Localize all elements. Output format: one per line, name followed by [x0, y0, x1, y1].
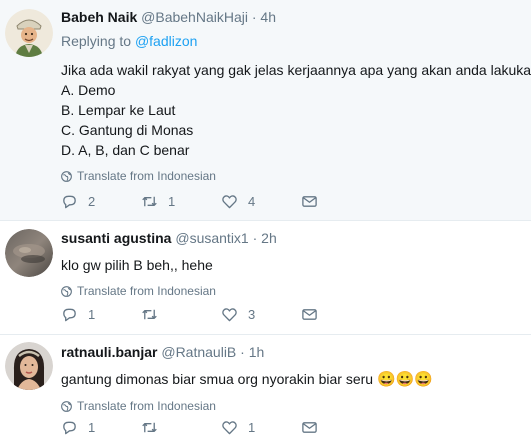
globe-icon: [61, 170, 72, 182]
like-button[interactable]: 3: [221, 304, 301, 324]
translate-label[interactable]: Translate from Indonesian: [77, 398, 216, 414]
globe-icon: [61, 400, 72, 412]
timestamp[interactable]: 4h: [260, 9, 276, 25]
author-handle[interactable]: @RatnauliB: [161, 344, 236, 360]
like-icon: [222, 307, 237, 321]
reply-icon: [63, 308, 76, 321]
globe-icon: [61, 285, 72, 297]
direct-message-button[interactable]: [301, 417, 381, 437]
reply-count: 2: [88, 193, 96, 209]
like-count: 4: [248, 193, 256, 209]
tweet-text-line: B. Lempar ke Laut: [61, 102, 176, 118]
direct-message-button[interactable]: [301, 191, 381, 211]
translate-link[interactable]: Translate from Indonesian: [61, 283, 531, 299]
reply-button[interactable]: 1: [61, 417, 141, 437]
tweet-text: klo gw pilih B beh,, hehe: [61, 257, 213, 273]
replying-to-mention[interactable]: @fadlizon: [135, 33, 197, 49]
separator: ·: [240, 344, 245, 360]
reply-button[interactable]: 2: [61, 191, 141, 211]
retweet-button[interactable]: 1: [141, 191, 221, 211]
replying-to-label: Replying to: [61, 33, 132, 49]
direct-message-icon: [302, 421, 317, 433]
separator: ·: [252, 230, 258, 246]
translate-link[interactable]: Translate from Indonesian: [61, 398, 531, 414]
tweet-text: gantung dimonas biar smua org nyorakin b…: [61, 369, 531, 390]
retweet-icon: [142, 309, 157, 319]
avatar[interactable]: [5, 342, 53, 390]
author-handle[interactable]: @susantix1: [175, 230, 248, 246]
tweet[interactable]: susanti agustina @susantix1 · 2h klo gw …: [0, 221, 531, 335]
reply-count: 1: [88, 419, 96, 435]
author-name[interactable]: ratnauli.banjar: [61, 344, 157, 360]
timestamp[interactable]: 1h: [249, 344, 265, 360]
tweet[interactable]: Babeh Naik @BabehNaikHaji · 4h Replying …: [0, 0, 531, 221]
reply-icon: [63, 421, 76, 434]
translate-link[interactable]: Translate from Indonesian: [61, 168, 531, 184]
direct-message-button[interactable]: [301, 304, 381, 324]
like-button[interactable]: 4: [221, 191, 301, 211]
direct-message-icon: [302, 308, 317, 320]
retweet-button[interactable]: [141, 417, 221, 437]
like-icon: [222, 194, 237, 208]
tweet-text-line: C. Gantung di Monas: [61, 122, 194, 138]
timestamp[interactable]: 2h: [261, 230, 277, 246]
tweet[interactable]: ratnauli.banjar @RatnauliB · 1h gantung …: [0, 335, 531, 446]
author-handle[interactable]: @BabehNaikHaji: [141, 9, 248, 25]
author-name[interactable]: Babeh Naik: [61, 9, 137, 25]
like-button[interactable]: 1: [221, 417, 301, 437]
translate-label[interactable]: Translate from Indonesian: [77, 168, 216, 184]
translate-label[interactable]: Translate from Indonesian: [77, 283, 216, 299]
direct-message-icon: [302, 195, 317, 207]
avatar[interactable]: [5, 229, 53, 277]
reply-icon: [63, 195, 76, 208]
tweet-text-line: Jika ada wakil rakyat yang gak jelas ker…: [61, 62, 531, 78]
like-count: 3: [248, 306, 256, 322]
separator: ·: [251, 9, 257, 25]
retweet-count: 1: [168, 193, 176, 209]
retweet-button[interactable]: [141, 304, 221, 324]
tweet-text-body: gantung dimonas biar smua org nyorakin b…: [61, 371, 374, 387]
reply-count: 1: [88, 306, 96, 322]
retweet-icon: [142, 196, 157, 206]
author-name[interactable]: susanti agustina: [61, 230, 171, 246]
reply-button[interactable]: 1: [61, 304, 141, 324]
tweet-text: Jika ada wakil rakyat yang gak jelas ker…: [61, 60, 531, 160]
tweet-text-line: A. Demo: [61, 82, 116, 98]
replying-to: Replying to @fadlizon: [61, 32, 531, 50]
grinning-face-emoji: 😀😀😀: [376, 371, 433, 388]
retweet-icon: [142, 422, 157, 432]
tweet-text-line: D. A, B, dan C benar: [61, 142, 190, 158]
like-count: 1: [248, 419, 256, 435]
like-icon: [222, 420, 237, 434]
avatar[interactable]: [5, 9, 53, 57]
